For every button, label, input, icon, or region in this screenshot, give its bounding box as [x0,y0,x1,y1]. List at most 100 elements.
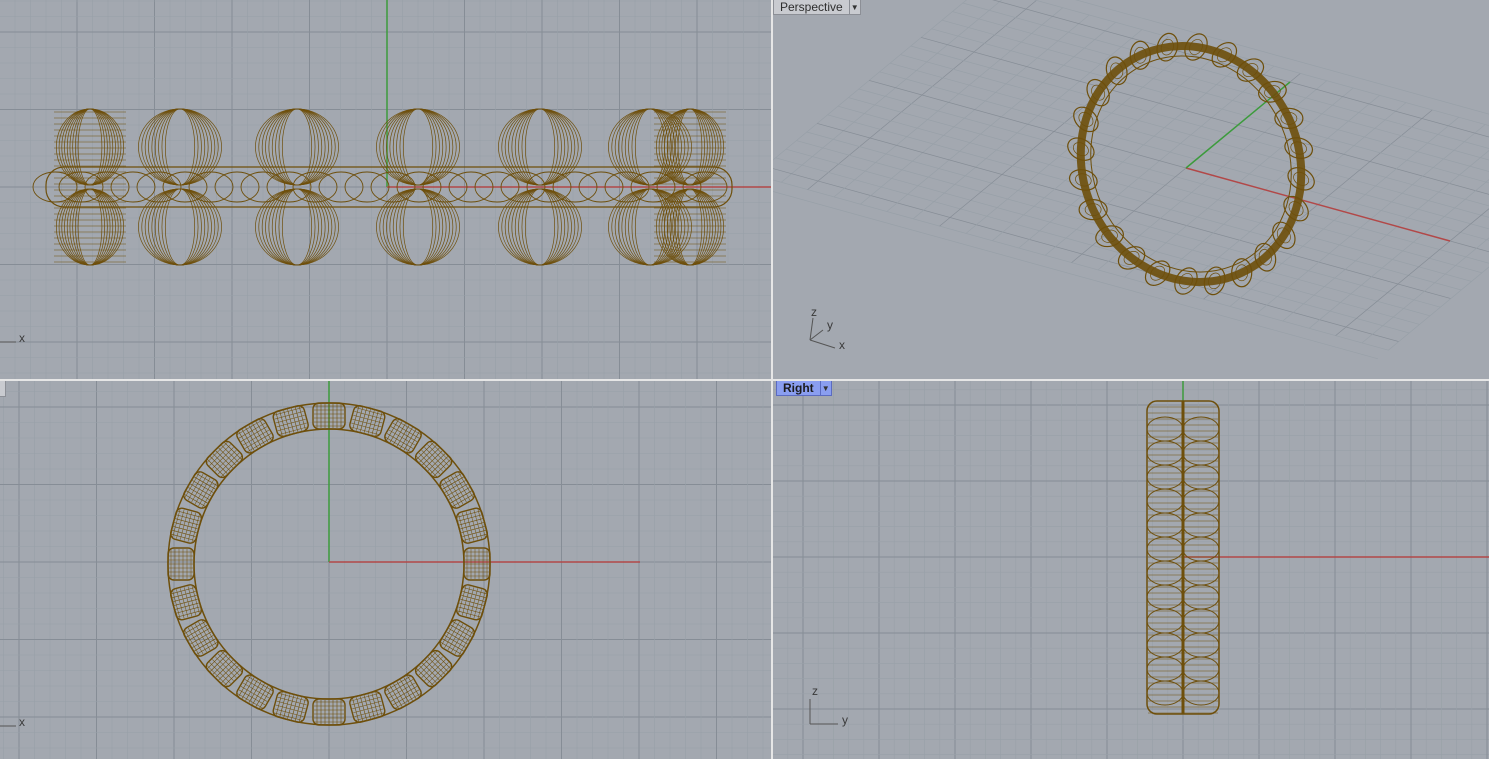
hatch-line [473,589,482,619]
chevron-down-icon[interactable]: ▼ [820,381,832,396]
lobe-wire [611,188,689,266]
lobe-wire [268,108,326,186]
top-canvas[interactable] [0,381,771,759]
hatch-line [274,708,304,717]
hatch-line [354,411,384,420]
hatch-line [469,510,479,540]
lobe-wire [608,188,692,266]
hatch-line [276,418,306,428]
hatch-line [275,414,305,424]
grid-line [858,88,1489,264]
lobe-wire [138,188,222,266]
lobe-wire [281,108,313,186]
lobe-wire [138,108,222,186]
lobe-wire [265,188,329,266]
front-axis-x-label: x [19,331,25,345]
hatch-line [277,422,307,431]
viewport-front[interactable]: x [0,0,771,379]
grid-line [931,28,1489,184]
ring-segment [205,649,244,688]
lobe-wire [614,108,686,186]
hatch-line [462,586,471,616]
ring-segment [312,698,346,726]
viewport-perspective[interactable]: Perspective ▼ z y x [773,0,1489,379]
grid-line [869,80,1489,253]
chevron-down-icon[interactable]: ▼ [849,0,861,15]
grid-line [1388,266,1489,351]
hatch-line [183,587,193,617]
lobe-wire [141,188,219,266]
ring-segment [236,674,274,710]
perspective-grid [773,0,1489,360]
hatch-line [462,512,471,542]
lobe-wire [161,188,199,266]
right-label-text[interactable]: Right [776,381,821,396]
hatch-line [352,700,382,710]
lobe-wire [608,108,692,186]
lobe-wire [631,188,669,266]
right-grid [773,381,1489,759]
ring-segment [167,547,195,581]
hatch-line [469,588,479,618]
hatch-line [275,704,305,714]
top-viewport-label-tab[interactable] [0,381,6,397]
viewport-top[interactable]: x [0,381,771,759]
right-axis-z-label: z [812,684,818,698]
hatch-line [353,704,383,714]
perspective-viewport-label[interactable]: Perspective ▼ [773,0,861,15]
hatch-line [353,414,383,424]
ring-segment [272,404,309,438]
grid-line [773,0,967,161]
lobe-wire [144,188,216,266]
ring-segment [384,674,422,710]
perspective-label-text[interactable]: Perspective [773,0,850,15]
ring-segment [272,690,309,724]
top-axis-x-label: x [19,715,25,729]
hatch-line [187,586,196,616]
grid-line [773,191,1379,360]
hatch-line [351,697,381,706]
hatch-line [187,512,196,542]
ring-segment [349,404,386,438]
grid-line [1033,0,1489,126]
ring-segment [205,440,244,479]
lobe-wire [631,108,669,186]
ring-segment [463,547,491,581]
hatch-line [354,708,384,717]
ring-segment [414,440,453,479]
hatch-line [277,697,307,706]
hatch-line [176,509,185,539]
lobe-wire [151,188,209,266]
hatch-line [351,422,381,431]
right-canvas[interactable] [773,381,1489,759]
viewport-right[interactable]: Right ▼ z y [773,381,1489,759]
lobe-wire [161,108,199,186]
perspective-axis-z-label: z [811,305,817,319]
lobe-wire [614,188,686,266]
lobe-wire [271,108,323,186]
hatch-line [473,509,482,539]
ring-segment [349,690,386,724]
lobe-wire [141,108,219,186]
grid-line [879,71,1489,241]
hatch-line [465,511,475,541]
right-viewport-label[interactable]: Right ▼ [776,381,832,396]
lobe-wire [271,188,323,266]
hatch-line [179,588,189,618]
hatch-line [179,510,189,540]
lobe-wire [154,188,206,266]
lobe-wire [268,188,326,266]
front-canvas[interactable] [0,0,771,379]
right-axis-gizmo [809,699,838,725]
lobe-wire [151,108,209,186]
lobe-wire [634,188,666,266]
ring-segment [183,471,219,509]
lobe-wire [281,188,313,266]
perspective-canvas[interactable] [773,0,1489,379]
hatch-line [465,587,475,617]
hatch-line [352,418,382,428]
hatch-line [274,411,304,420]
perspective-axis-y-label: y [827,318,833,332]
grid-line [780,0,1003,183]
lobe-wire [148,108,212,186]
